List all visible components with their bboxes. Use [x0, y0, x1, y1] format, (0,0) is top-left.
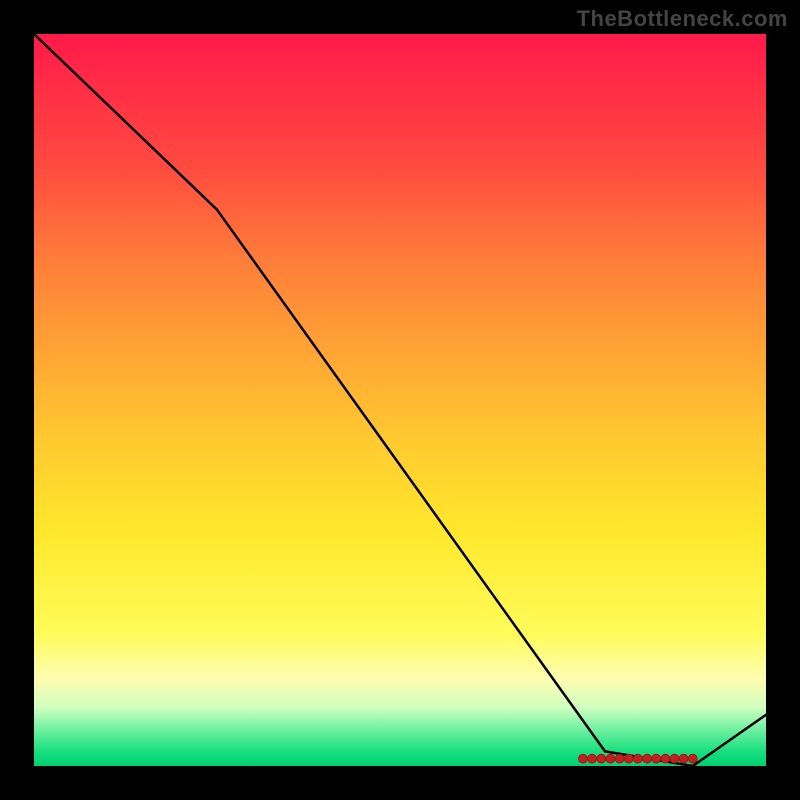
marker-dot: [679, 754, 688, 763]
marker-dot: [643, 754, 652, 763]
marker-dot: [633, 754, 642, 763]
marker-dot: [661, 754, 670, 763]
chart-svg: [34, 34, 766, 766]
plot-area: [34, 34, 766, 766]
trough-markers: [579, 754, 698, 763]
marker-dot: [652, 754, 661, 763]
marker-dot: [624, 754, 633, 763]
marker-dot: [588, 754, 597, 763]
marker-dot: [670, 754, 679, 763]
marker-dot: [615, 754, 624, 763]
chart-container: TheBottleneck.com: [0, 0, 800, 800]
watermark-text: TheBottleneck.com: [577, 6, 788, 32]
marker-dot: [606, 754, 615, 763]
marker-dot: [688, 754, 697, 763]
marker-dot: [597, 754, 606, 763]
bottleneck-curve: [34, 34, 766, 766]
marker-dot: [579, 754, 588, 763]
